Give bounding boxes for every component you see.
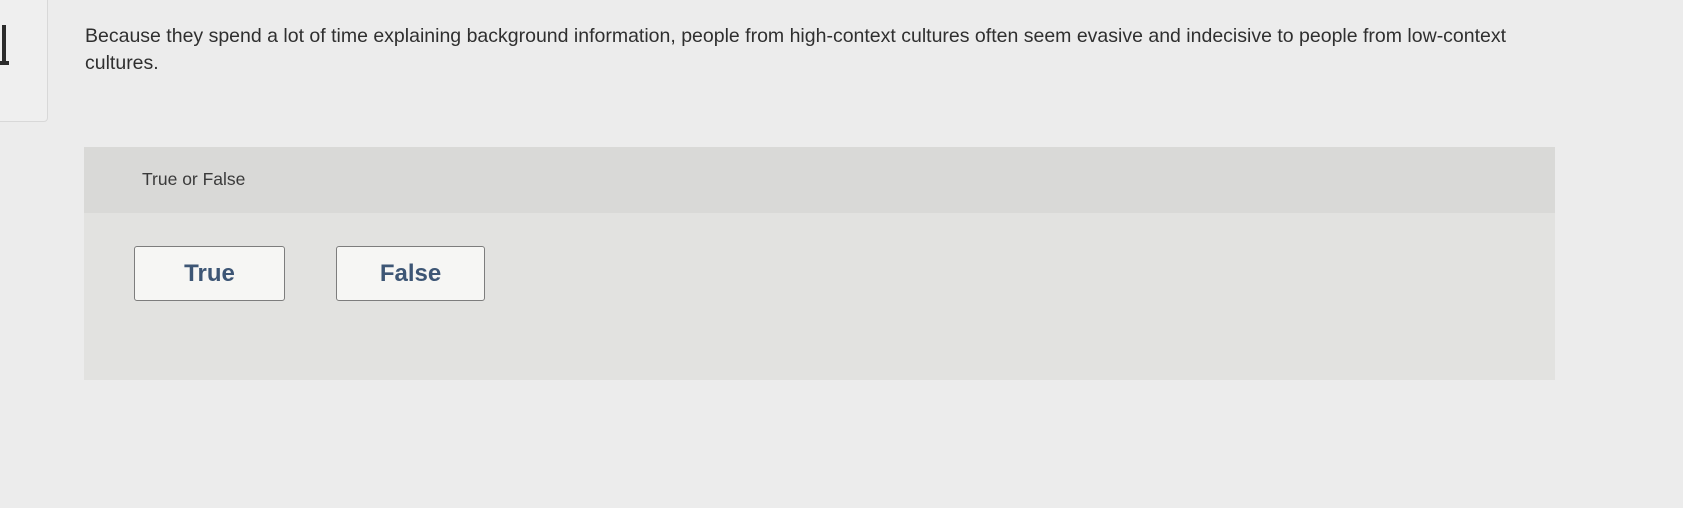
- question-nav-tab[interactable]: [0, 0, 48, 122]
- question-type-label: True or False: [142, 169, 246, 189]
- question-prompt: Because they spend a lot of time explain…: [85, 25, 1507, 74]
- answer-panel: True or False True False: [84, 147, 1555, 380]
- false-button[interactable]: False: [336, 246, 485, 301]
- true-button[interactable]: True: [134, 246, 285, 301]
- question-number-glyph: [0, 25, 9, 65]
- answer-panel-header: True or False: [84, 147, 1555, 213]
